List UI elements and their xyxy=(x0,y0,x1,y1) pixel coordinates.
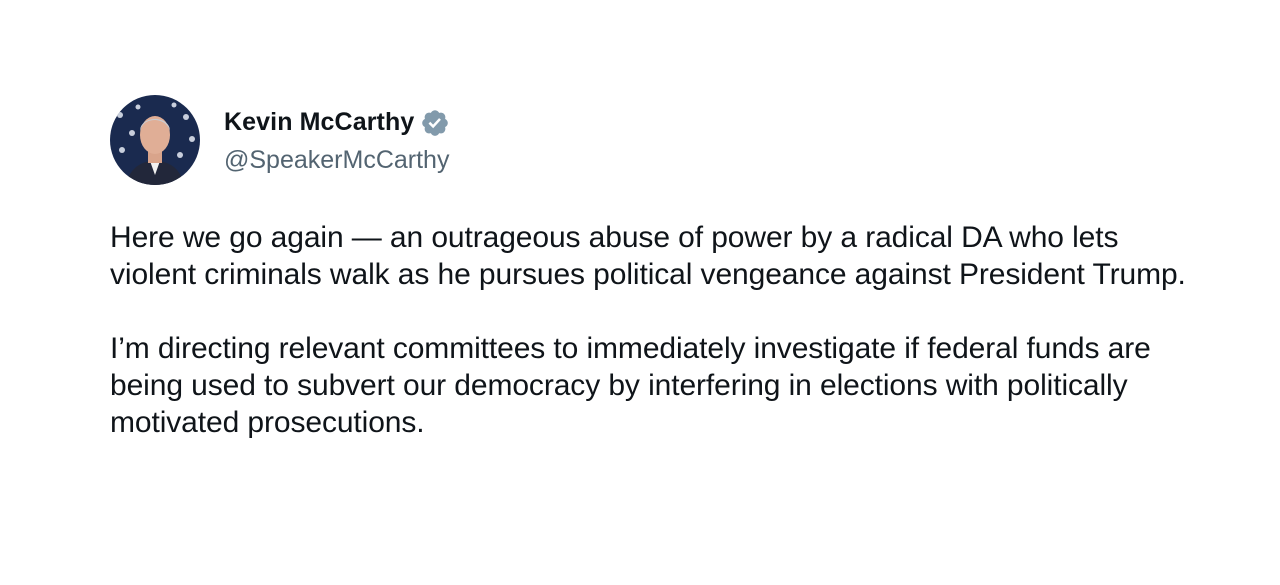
author-handle[interactable]: @SpeakerMcCarthy xyxy=(224,146,450,175)
avatar-portrait-image xyxy=(110,95,200,185)
tweet-text: Here we go again — an outrageous abuse o… xyxy=(110,219,1210,441)
author-info: Kevin McCarthy @SpeakerMcCarthy xyxy=(224,106,450,175)
name-row: Kevin McCarthy xyxy=(224,106,450,140)
tweet-paragraph: I’m directing relevant committees to imm… xyxy=(110,332,1151,439)
tweet-header: Kevin McCarthy @SpeakerMcCarthy xyxy=(110,95,1210,185)
tweet-paragraph: Here we go again — an outrageous abuse o… xyxy=(110,221,1186,291)
avatar[interactable] xyxy=(110,95,200,185)
tweet-card: Kevin McCarthy @SpeakerMcCarthy Here we … xyxy=(110,95,1210,441)
verified-badge-icon xyxy=(420,108,450,138)
display-name[interactable]: Kevin McCarthy xyxy=(224,108,414,137)
